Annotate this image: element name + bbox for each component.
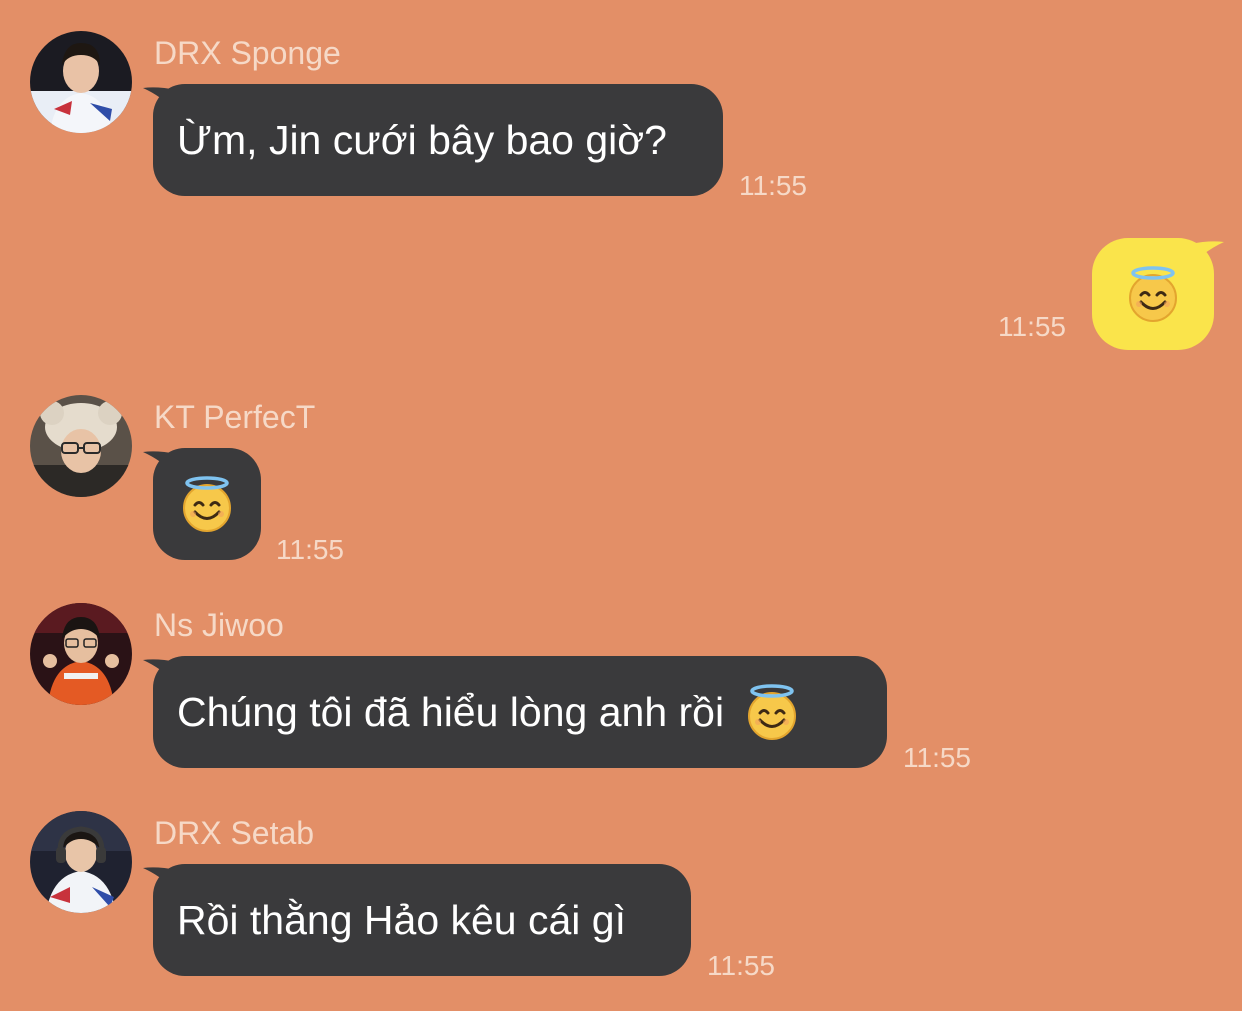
message-bubble[interactable]: Rồi thằng Hảo kêu cái gì [143,864,691,976]
message-time: 11:55 [739,170,807,201]
sender-avatar-drx-sponge[interactable] [30,31,132,133]
sender-name: DRX Sponge [154,35,341,71]
bubble-tail [143,87,177,112]
message-bubble[interactable]: Ừm, Jin cưới bây bao giờ? [143,84,723,196]
bubble-tail [143,867,177,892]
bubble-tail [1190,241,1224,266]
message-time: 11:55 [707,950,775,981]
bubble-tail [143,451,177,476]
message-text: Ừm, Jin cưới bây bao giờ? [177,117,667,163]
sender-name: KT PerfecT [154,399,316,435]
smiling-face-with-halo-icon [1126,265,1180,323]
sender-avatar-kt-perfect[interactable] [30,395,132,497]
message-time: 11:55 [276,534,344,565]
outgoing-message-bubble[interactable] [1092,238,1224,350]
message-time: 11:55 [903,742,971,773]
sender-avatar-drx-setab[interactable] [30,811,132,913]
smiling-face-with-halo-icon [745,683,799,741]
sender-name: Ns Jiwoo [154,607,284,643]
sender-avatar-ns-jiwoo[interactable] [30,603,132,705]
bubble-tail [143,659,177,684]
message-bubble[interactable] [143,448,261,560]
message-bubble[interactable]: Chúng tôi đã hiểu lòng anh rồi [143,656,887,768]
chat-thread[interactable]: DRX Sponge Ừm, Jin cưới bây bao giờ? 11:… [0,0,1242,1011]
message-text: Chúng tôi đã hiểu lòng anh rồi [177,689,725,735]
sender-name: DRX Setab [154,815,315,851]
message-text: Rồi thằng Hảo kêu cái gì [177,897,626,943]
smiling-face-with-halo-icon [180,475,234,533]
message-time: 11:55 [998,311,1066,342]
